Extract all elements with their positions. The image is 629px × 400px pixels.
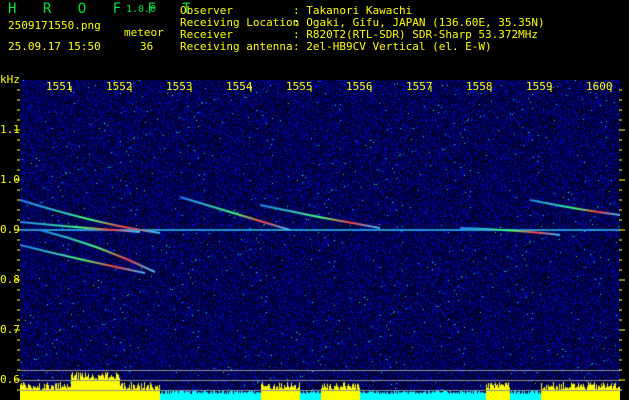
x-tick-label: 1552 <box>106 80 133 93</box>
y-tick-label: 0.6 <box>0 373 20 386</box>
y-tick-label: 0.8 <box>0 273 20 286</box>
x-tick-label: 1553 <box>166 80 193 93</box>
y-axis-unit: kHz <box>0 73 20 86</box>
y-tick-label: 1.0 <box>0 173 20 186</box>
x-tick-label: 1600 <box>586 80 613 93</box>
y-tick-label: 1.1 <box>0 123 20 136</box>
x-tick-label: 1558 <box>466 80 493 93</box>
x-tick-label: 1551 <box>46 80 73 93</box>
y-tick-label: 0.7 <box>0 323 20 336</box>
x-tick-label: 1556 <box>346 80 373 93</box>
x-tick-label: 1554 <box>226 80 253 93</box>
y-tick-label: 0.9 <box>0 223 20 236</box>
axes-overlay <box>14 86 625 391</box>
x-tick-label: 1557 <box>406 80 433 93</box>
x-tick-label: 1559 <box>526 80 553 93</box>
x-tick-label: 1555 <box>286 80 313 93</box>
